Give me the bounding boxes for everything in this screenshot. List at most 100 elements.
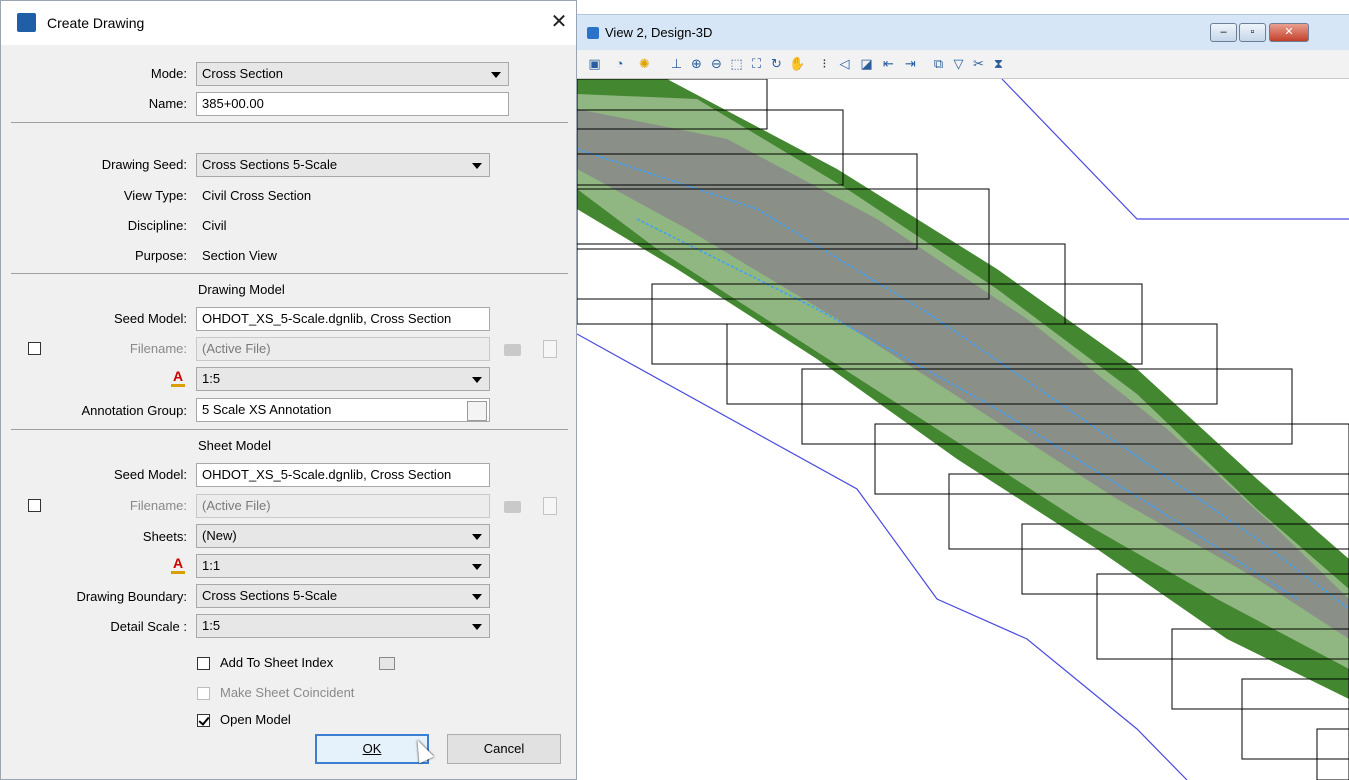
- sheet-index-icon[interactable]: [379, 657, 395, 670]
- clip-mask-icon[interactable]: ✂: [971, 56, 986, 71]
- make-sheet-coincident-label: Make Sheet Coincident: [220, 685, 355, 700]
- view-titlebar: View 2, Design-3D – ▫ ✕: [577, 14, 1349, 51]
- sheet-filename-checkbox[interactable]: [28, 499, 41, 512]
- cancel-button[interactable]: Cancel: [447, 734, 561, 764]
- discipline-value: Civil: [202, 218, 227, 233]
- maximize-button[interactable]: ▫: [1239, 23, 1266, 42]
- view-previous-icon[interactable]: ◁: [837, 56, 852, 71]
- sheet-filename-label: Filename:: [129, 498, 187, 513]
- view-title: View 2, Design-3D: [605, 25, 713, 40]
- view-next-icon[interactable]: ⇥: [903, 56, 918, 71]
- drawing-filename-checkbox[interactable]: [28, 342, 41, 355]
- sheets-select[interactable]: (New): [196, 524, 490, 548]
- mode-value: Cross Section: [202, 66, 283, 81]
- zoom-in-icon[interactable]: ⊕: [689, 56, 704, 71]
- annotation-group-label: Annotation Group:: [81, 403, 187, 418]
- sheet-annotation-scale-select[interactable]: 1:1: [196, 554, 490, 578]
- discipline-label: Discipline:: [127, 218, 187, 233]
- drawing-boundary-label: Drawing Boundary:: [76, 589, 187, 604]
- divider: [11, 429, 568, 430]
- chevron-down-icon: [472, 624, 482, 630]
- chevron-down-icon: [472, 594, 482, 600]
- display-style-icon[interactable]: ◔: [612, 56, 627, 71]
- chevron-down-icon[interactable]: [467, 401, 487, 421]
- view-previous-icon[interactable]: ⇤: [881, 56, 896, 71]
- close-icon[interactable]: ✕: [546, 9, 572, 35]
- detail-scale-label: Detail Scale :: [110, 619, 187, 634]
- sheets-label: Sheets:: [142, 529, 187, 544]
- create-drawing-app-icon: [17, 13, 36, 32]
- sheet-filename-field[interactable]: (Active File): [196, 494, 490, 518]
- chevron-down-icon: [472, 163, 482, 169]
- clip-volume-tool-icon[interactable]: ▽: [951, 56, 966, 71]
- name-label: Name:: [148, 96, 187, 111]
- close-button[interactable]: ✕: [1269, 23, 1309, 42]
- copy-view-icon[interactable]: ⧉: [931, 56, 946, 71]
- detail-scale-value: 1:5: [202, 618, 221, 633]
- add-to-sheet-index-checkbox[interactable]: [197, 657, 210, 670]
- annotation-group-select[interactable]: 5 Scale XS Annotation: [196, 398, 490, 422]
- dialog-title: Create Drawing: [47, 15, 145, 31]
- fit-view-icon[interactable]: ⛶: [749, 56, 764, 71]
- view-window: View 2, Design-3D – ▫ ✕ ▣ ◔ ✺ ⊥ ⊕ ⊖ ⬚ ⛶ …: [577, 0, 1349, 780]
- mode-select[interactable]: Cross Section: [196, 62, 509, 86]
- folder-icon[interactable]: [504, 344, 521, 356]
- create-drawing-dialog: Create Drawing ✕ Mode: Cross Section Nam…: [0, 0, 577, 780]
- drawing-seed-model-label: Seed Model:: [114, 311, 187, 326]
- sheet-seed-model-field[interactable]: OHDOT_XS_5-Scale.dgnlib, Cross Section: [196, 463, 490, 487]
- sheet-model-header: Sheet Model: [198, 438, 271, 453]
- name-field[interactable]: 385+00.00: [196, 92, 509, 116]
- new-file-icon[interactable]: [543, 497, 557, 515]
- camera-icon[interactable]: ◪: [859, 56, 874, 71]
- chevron-down-icon: [472, 564, 482, 570]
- open-model-checkbox[interactable]: [197, 714, 210, 727]
- make-sheet-coincident-checkbox[interactable]: [197, 687, 210, 700]
- new-file-icon[interactable]: [543, 340, 557, 358]
- drawing-seed-select[interactable]: Cross Sections 5-Scale: [196, 153, 490, 177]
- drawing-filename-field[interactable]: (Active File): [196, 337, 490, 361]
- folder-icon[interactable]: [504, 501, 521, 513]
- view-attributes-icon[interactable]: ▣: [587, 56, 602, 71]
- mode-label: Mode:: [150, 66, 187, 81]
- chevron-down-icon: [472, 534, 482, 540]
- drawing-seed-value: Cross Sections 5-Scale: [202, 157, 338, 172]
- sheet-scale-value: 1:1: [202, 558, 221, 573]
- annotation-scale-icon: A: [171, 555, 185, 574]
- design-3d-canvas[interactable]: [577, 79, 1349, 780]
- detail-scale-select[interactable]: 1:5: [196, 614, 490, 638]
- add-to-sheet-index-label: Add To Sheet Index: [220, 655, 334, 670]
- view-toolbar: ▣ ◔ ✺ ⊥ ⊕ ⊖ ⬚ ⛶ ↻ ✋ ⁝ ◁ ◪ ⇤ ⇥ ⧉ ▽ ✂ ⧗: [577, 50, 1349, 79]
- drawing-seed-model-field[interactable]: OHDOT_XS_5-Scale.dgnlib, Cross Section: [196, 307, 490, 331]
- lights-icon[interactable]: ✺: [637, 56, 652, 71]
- divider: [11, 122, 568, 123]
- sheet-seed-model-label: Seed Model:: [114, 467, 187, 482]
- ok-button-label: OK: [362, 741, 382, 756]
- pan-icon[interactable]: ✋: [789, 56, 805, 71]
- open-model-label: Open Model: [220, 712, 291, 727]
- drawing-seed-label: Drawing Seed:: [101, 157, 187, 172]
- drawing-scale-value: 1:5: [202, 371, 221, 386]
- zoom-out-icon[interactable]: ⊖: [709, 56, 724, 71]
- annotation-group-value: 5 Scale XS Annotation: [202, 402, 332, 417]
- toggle-icon[interactable]: ⧗: [991, 56, 1006, 71]
- zoom-area-icon[interactable]: ⬚: [729, 56, 744, 71]
- drawing-filename-label: Filename:: [129, 341, 187, 356]
- purpose-value: Section View: [202, 248, 277, 263]
- annotation-scale-icon: A: [171, 368, 185, 387]
- sheets-value: (New): [202, 528, 237, 543]
- purpose-label: Purpose:: [134, 248, 187, 263]
- view-type-value: Civil Cross Section: [202, 188, 312, 203]
- drawing-boundary-select[interactable]: Cross Sections 5-Scale: [196, 584, 490, 608]
- clip-volume-icon[interactable]: ⊥: [669, 56, 684, 71]
- chevron-down-icon: [491, 72, 501, 78]
- walk-icon[interactable]: ⁝: [817, 56, 832, 71]
- rotate-view-icon[interactable]: ↻: [769, 56, 784, 71]
- minimize-button[interactable]: –: [1210, 23, 1237, 42]
- drawing-annotation-scale-select[interactable]: 1:5: [196, 367, 490, 391]
- view-window-icon: [587, 27, 599, 39]
- drawing-boundary-value: Cross Sections 5-Scale: [202, 588, 338, 603]
- view-type-label: View Type:: [123, 188, 187, 203]
- chevron-down-icon: [472, 377, 482, 383]
- dialog-titlebar: Create Drawing ✕: [1, 1, 576, 45]
- divider: [11, 273, 568, 274]
